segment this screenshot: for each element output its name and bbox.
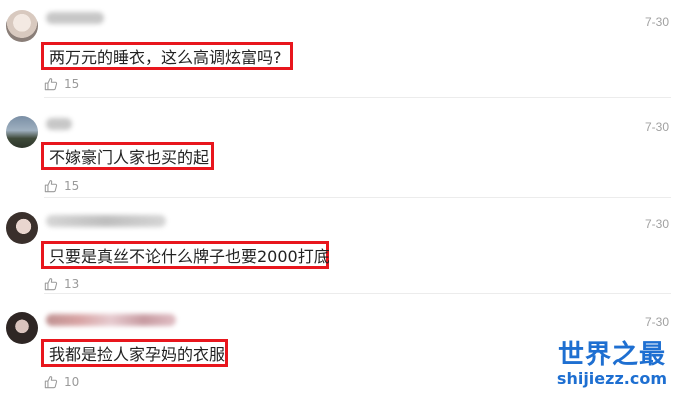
like-button[interactable]: 15 (44, 77, 79, 91)
comment-text: 只要是真丝不论什么牌子也要2000打底 (41, 241, 330, 269)
thumbs-up-icon (44, 376, 58, 389)
like-count: 15 (64, 77, 80, 91)
thumbs-up-icon (44, 180, 58, 193)
username[interactable] (46, 12, 104, 24)
username[interactable] (46, 314, 176, 326)
comment-text: 不嫁豪门人家也买的起 (41, 142, 214, 170)
like-count: 15 (64, 179, 80, 193)
like-button[interactable]: 13 (44, 277, 79, 291)
comment-date: 7-30 (644, 315, 669, 329)
thumbs-up-icon (44, 278, 58, 291)
avatar[interactable] (6, 312, 38, 344)
comment-date: 7-30 (644, 15, 669, 29)
avatar[interactable] (6, 212, 38, 244)
watermark-url: shijiezz.com (556, 369, 667, 388)
watermark: 世界之最 shijiezz.com (557, 340, 667, 388)
comment-text: 我都是捡人家孕妈的衣服 (41, 339, 228, 367)
comment-item: 7-30 两万元的睡衣，这么高调炫富吗? 15 (0, 0, 679, 98)
watermark-title: 世界之最 (557, 340, 666, 370)
thumbs-up-icon (44, 78, 58, 91)
comment-date: 7-30 (644, 120, 669, 134)
username[interactable] (46, 215, 166, 227)
username[interactable] (46, 118, 72, 130)
avatar[interactable] (6, 10, 38, 42)
comment-item: 7-30 不嫁豪门人家也买的起 15 (0, 98, 679, 196)
comment-text: 两万元的睡衣，这么高调炫富吗? (41, 42, 293, 70)
comment-item: 7-30 只要是真丝不论什么牌子也要2000打底 13 (0, 198, 679, 296)
comment-date: 7-30 (644, 217, 669, 231)
like-count: 13 (64, 277, 80, 291)
avatar[interactable] (6, 116, 38, 148)
like-button[interactable]: 10 (44, 375, 79, 389)
like-count: 10 (64, 375, 80, 389)
like-button[interactable]: 15 (44, 179, 79, 193)
